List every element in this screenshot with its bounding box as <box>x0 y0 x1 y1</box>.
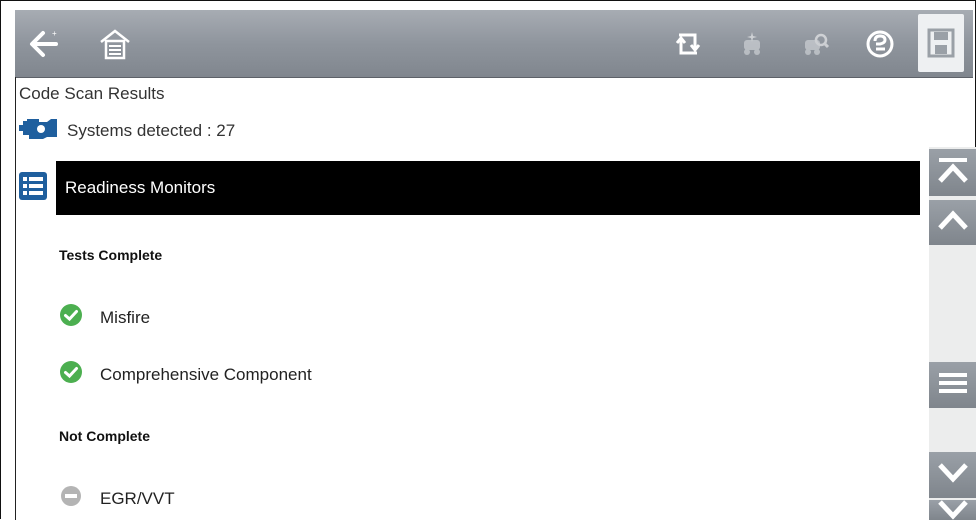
grip-icon <box>936 369 970 402</box>
chevron-up-icon <box>936 208 970 237</box>
vehicle-search-icon[interactable] <box>797 10 835 77</box>
monitor-label: Comprehensive Component <box>100 364 312 384</box>
readiness-monitors-header[interactable]: Readiness Monitors <box>56 161 920 215</box>
toolbar: + <box>15 10 973 78</box>
systems-detected-row: Systems detected : 27 <box>17 115 235 146</box>
flip-icon[interactable] <box>669 10 707 77</box>
list-icon <box>18 171 48 206</box>
tests-complete-heading: Tests Complete <box>59 247 163 263</box>
scroll-up-button[interactable] <box>929 200 976 245</box>
chevron-down-icon <box>936 461 970 490</box>
monitor-label: Misfire <box>100 307 151 327</box>
list-item[interactable]: Comprehensive Component <box>59 360 312 389</box>
list-item[interactable]: EGR/VVT <box>59 484 175 513</box>
left-border <box>15 77 16 520</box>
monitor-label: EGR/VVT <box>100 488 175 508</box>
scrollbar-thumb[interactable] <box>929 362 976 408</box>
svg-text:+: + <box>52 29 57 38</box>
list-item[interactable]: Misfire <box>59 303 150 332</box>
home-icon[interactable] <box>95 10 135 77</box>
scroll-to-bottom-icon <box>936 500 970 520</box>
engine-icon <box>17 115 61 146</box>
back-arrow-icon[interactable]: + <box>23 10 63 77</box>
scroll-down-button[interactable] <box>929 452 976 498</box>
systems-detected-text: Systems detected : 27 <box>67 120 236 140</box>
help-icon[interactable] <box>861 10 899 77</box>
section-title: Readiness Monitors <box>65 178 216 197</box>
scroll-bottom-button[interactable] <box>929 500 976 520</box>
not-complete-heading: Not Complete <box>59 428 150 444</box>
pending-icon <box>59 484 83 513</box>
scroll-top-button[interactable] <box>929 149 976 196</box>
page-title: Code Scan Results <box>19 84 165 103</box>
vehicle-sparkle-icon[interactable] <box>733 10 771 77</box>
check-icon <box>59 303 83 332</box>
save-icon[interactable] <box>918 14 964 72</box>
scroll-to-top-icon <box>936 155 970 190</box>
check-icon <box>59 360 83 389</box>
